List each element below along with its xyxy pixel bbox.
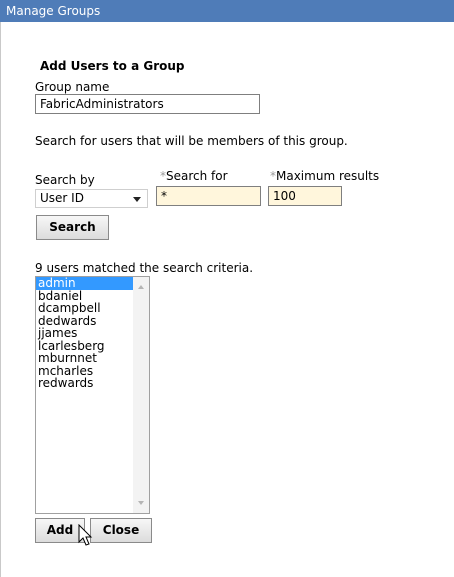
search-by-select[interactable]: User ID — [35, 189, 148, 208]
chevron-down-icon — [133, 197, 141, 202]
users-list: admin bdaniel dcampbell dedwards jjames lcarl… — [36, 277, 134, 390]
results-summary: 9 users matched the search criteria. — [35, 261, 254, 275]
window-title: Manage Groups — [0, 0, 454, 22]
search-by-label: Search by — [35, 173, 95, 187]
user-list-item[interactable]: jjames — [36, 327, 134, 340]
max-results-input[interactable]: 100 — [268, 186, 342, 206]
search-button[interactable]: Search — [36, 215, 109, 240]
search-for-label-group: *Search for — [160, 169, 228, 183]
close-button[interactable]: Close — [90, 518, 152, 543]
user-list-item[interactable]: redwards — [36, 377, 134, 390]
user-list-item[interactable]: dcampbell — [36, 302, 134, 315]
users-listbox[interactable]: admin bdaniel dcampbell dedwards jjames lcarl… — [35, 276, 150, 514]
user-list-item[interactable]: mburnnet — [36, 352, 134, 365]
max-results-label-group: *Maximum results — [270, 169, 379, 183]
left-divider — [0, 22, 1, 577]
group-name-label: Group name — [35, 80, 110, 94]
scroll-down-arrow-icon[interactable] — [138, 501, 144, 505]
section-title: Add Users to a Group — [40, 59, 185, 73]
search-by-value: User ID — [40, 191, 84, 205]
user-list-item[interactable]: admin — [36, 277, 134, 290]
listbox-scrollbar[interactable] — [133, 277, 149, 513]
scroll-up-arrow-icon[interactable] — [138, 285, 144, 289]
max-results-label: Maximum results — [276, 169, 380, 183]
group-name-field[interactable]: FabricAdministrators — [35, 94, 260, 114]
instructions-text: Search for users that will be members of… — [35, 134, 348, 148]
mouse-pointer-icon — [78, 524, 93, 546]
search-for-label: Search for — [166, 169, 228, 183]
search-for-input[interactable]: * — [156, 186, 261, 206]
